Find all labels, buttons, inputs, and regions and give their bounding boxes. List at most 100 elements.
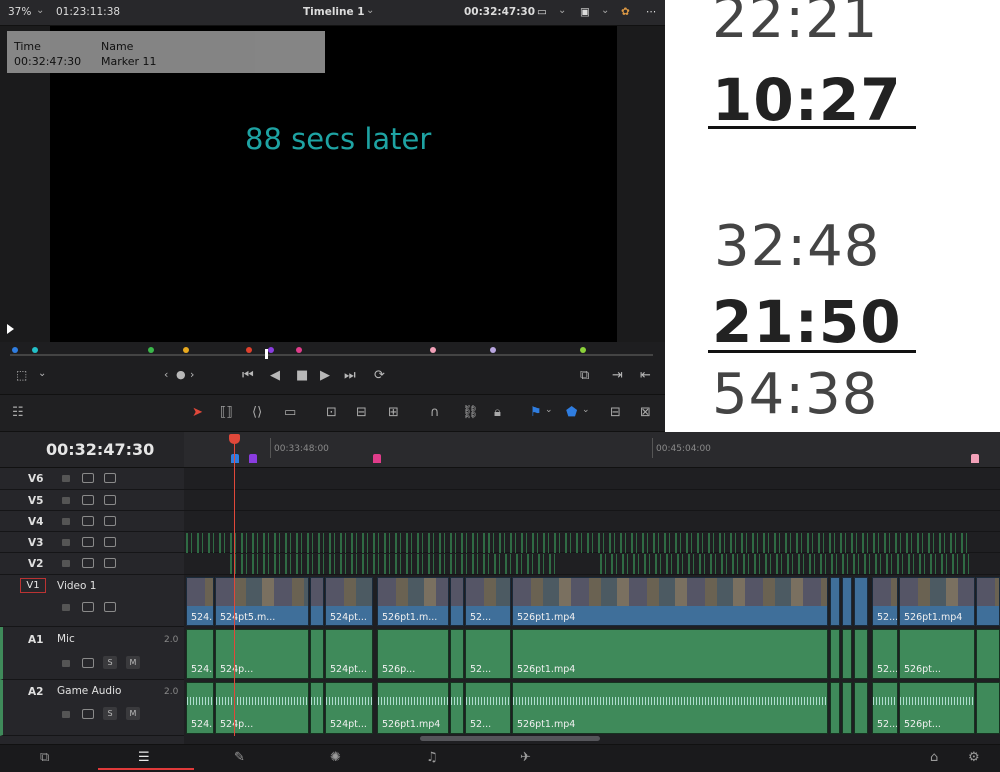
loop-icon[interactable]: ⟳	[374, 368, 385, 383]
audio-clip[interactable]: 52...	[872, 682, 898, 734]
replace-clip-icon[interactable]: ⊞	[388, 405, 399, 420]
mark-out-icon[interactable]: ⇤	[640, 368, 651, 383]
timeline-marker-fuchsia[interactable]	[373, 454, 381, 463]
audio-clip[interactable]: 524...	[186, 682, 214, 734]
video-clip[interactable]: 52...	[872, 577, 898, 626]
audio-clip[interactable]: 524pt...	[325, 629, 373, 679]
audio-clip[interactable]: 52...	[872, 629, 898, 679]
audio-clip[interactable]	[450, 682, 464, 734]
zoom-full-icon[interactable]: ⊟	[610, 405, 621, 420]
timeline-marker-blue[interactable]	[231, 454, 239, 463]
track-header-v3[interactable]: V3	[0, 532, 184, 553]
video-clip[interactable]	[854, 577, 868, 626]
prev-edit-icon[interactable]: ‹	[164, 368, 168, 381]
video-clip[interactable]	[450, 577, 464, 626]
selection-tool-icon[interactable]: ➤	[192, 405, 203, 420]
solo-button[interactable]: S	[103, 707, 117, 720]
audio-clip[interactable]	[854, 629, 868, 679]
track-name[interactable]: Mic	[57, 633, 75, 645]
lock-icon[interactable]	[62, 497, 70, 504]
lock-icon[interactable]	[62, 660, 70, 667]
go-to-start-icon[interactable]: ⏮	[242, 368, 254, 383]
audio-clip[interactable]: 526pt1.mp4	[512, 682, 828, 734]
mute-button[interactable]: M	[126, 707, 140, 720]
track-header-v2[interactable]: V2	[0, 553, 184, 575]
fusion-page-icon[interactable]: ✎	[234, 750, 245, 765]
mark-in-icon[interactable]: ⇥	[612, 368, 623, 383]
timeline-name[interactable]: Timeline 1	[303, 6, 365, 18]
viewer-size-chevron-icon[interactable]: ⌄	[558, 5, 566, 16]
marker-dot-rose[interactable]	[430, 347, 436, 353]
video-clip[interactable]: 526pt1.mp4	[512, 577, 828, 626]
track-header-v6[interactable]: V6	[0, 468, 184, 490]
marker-dot-cyan[interactable]	[32, 347, 38, 353]
timeline-options-icon[interactable]: ☷	[12, 405, 24, 420]
audio-clip[interactable]: 524pt...	[325, 682, 373, 734]
audio-clip[interactable]: 52...	[465, 629, 511, 679]
marker-dot-yellow[interactable]	[183, 347, 189, 353]
timeline-timecode[interactable]: 00:32:47:30	[46, 440, 154, 459]
mute-button[interactable]: M	[126, 656, 140, 669]
timeline-chevron-icon[interactable]: ⌄	[366, 5, 374, 16]
video-clip[interactable]: 52...	[465, 577, 511, 626]
marker-dot-lime[interactable]	[580, 347, 586, 353]
timeline-horizontal-scrollbar[interactable]	[420, 736, 600, 741]
linked-selection-icon[interactable]: ⛓	[462, 405, 479, 420]
marker-chevron-icon[interactable]: ⌄	[582, 405, 590, 415]
v3-clip-strips[interactable]	[186, 533, 486, 553]
v2-clip-strips[interactable]	[230, 554, 560, 574]
color-page-icon[interactable]: ✺	[330, 750, 341, 765]
transform-chevron-icon[interactable]: ⌄	[38, 368, 46, 379]
auto-select-icon[interactable]	[82, 473, 94, 483]
insert-clip-icon[interactable]: ⊡	[326, 405, 337, 420]
timeline-marker-rose[interactable]	[971, 454, 979, 463]
play-icon[interactable]: ▶	[320, 368, 330, 383]
marker-dot-green[interactable]	[148, 347, 154, 353]
lock-icon[interactable]	[62, 604, 70, 611]
track-enable-icon[interactable]	[104, 602, 116, 612]
match-frame-icon[interactable]: ⧉	[580, 368, 589, 383]
stop-icon[interactable]: ■	[296, 368, 308, 383]
v2-clip-strips[interactable]	[600, 554, 970, 574]
settings-gear-icon[interactable]: ⚙	[968, 750, 980, 765]
timeline-playhead-line[interactable]	[234, 440, 235, 736]
color-wheel-icon[interactable]: ✿	[621, 6, 630, 18]
audio-clip[interactable]: 526pt...	[899, 682, 975, 734]
audio-clip[interactable]: 524p...	[215, 629, 309, 679]
go-to-end-icon[interactable]: ⏭	[344, 368, 356, 383]
marker-dot-fuchsia[interactable]	[296, 347, 302, 353]
auto-select-icon[interactable]	[82, 516, 94, 526]
snapping-icon[interactable]: ∩	[430, 405, 440, 420]
audio-clip[interactable]: 524p...	[215, 682, 309, 734]
video-clip[interactable]	[310, 577, 324, 626]
track-enable-icon[interactable]	[104, 473, 116, 483]
track-enable-icon[interactable]	[104, 558, 116, 568]
audio-clip[interactable]: 526pt...	[899, 629, 975, 679]
zoom-chevron-icon[interactable]: ⌄	[36, 5, 44, 16]
flag-chevron-icon[interactable]: ⌄	[545, 405, 553, 415]
edit-page-icon[interactable]: ☰	[138, 750, 150, 765]
track-enable-icon[interactable]	[104, 537, 116, 547]
audio-clip[interactable]	[976, 682, 1000, 734]
marker-dot-purple[interactable]	[268, 347, 274, 353]
video-clip[interactable]: 526pt1.mp4	[899, 577, 975, 626]
track-header-a2[interactable]: A2 Game Audio 2.0 S M	[0, 680, 184, 736]
audio-clip[interactable]	[854, 682, 868, 734]
lock-icon[interactable]	[62, 560, 70, 567]
lock-icon[interactable]	[62, 518, 70, 525]
viewer-scrub-bar[interactable]	[10, 354, 653, 356]
flag-icon[interactable]: ⚑	[530, 405, 542, 420]
audio-clip[interactable]	[842, 629, 852, 679]
track-enable-icon[interactable]	[104, 516, 116, 526]
track-header-v5[interactable]: V5	[0, 490, 184, 511]
viewer-size-icon[interactable]: ▭	[537, 6, 547, 18]
lock-icon[interactable]	[62, 711, 70, 718]
marker-dot-blue[interactable]	[12, 347, 18, 353]
track-header-v4[interactable]: V4	[0, 511, 184, 532]
trim-tool-icon[interactable]: ⟦⟧	[220, 405, 233, 420]
source-patch-v1[interactable]: V1	[20, 578, 46, 593]
audio-clip[interactable]: 526pt1.mp4	[512, 629, 828, 679]
track-name[interactable]: Video 1	[57, 580, 96, 592]
timeline-playhead-handle[interactable]	[229, 434, 240, 444]
video-clip[interactable]	[842, 577, 852, 626]
